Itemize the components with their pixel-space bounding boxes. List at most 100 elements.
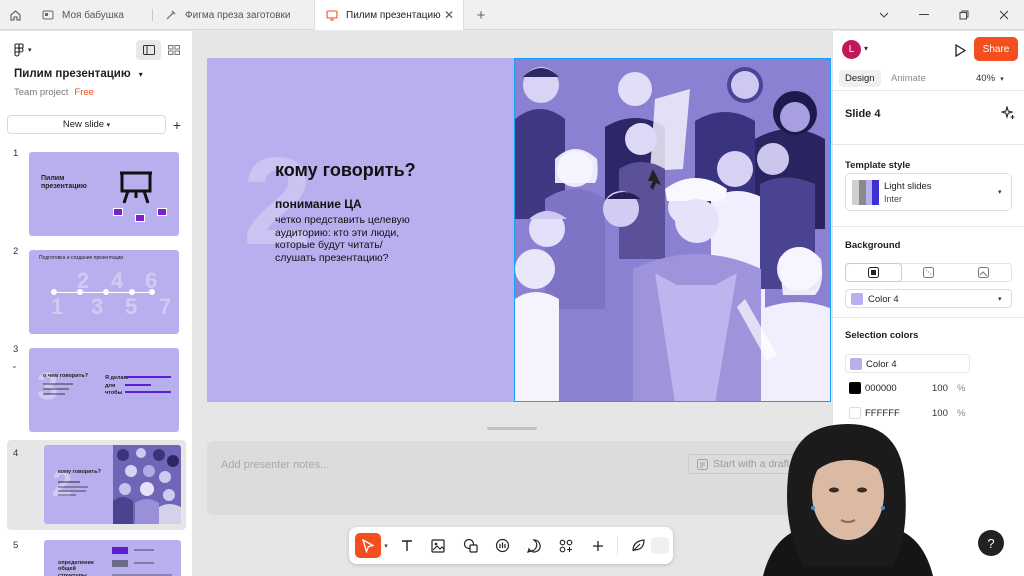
slide-number: 4 — [13, 448, 19, 459]
tab-design[interactable]: Design — [839, 70, 881, 87]
slide-name: Slide 4 — [845, 108, 881, 120]
tab-animate[interactable]: Animate — [885, 70, 932, 87]
slide-thumbnail-5[interactable]: 5 определение общей структуры — [7, 538, 186, 576]
image-fill-icon[interactable] — [956, 264, 1011, 281]
window-title-bar: Моя бабушка Фигма преза заготовки Пилим … — [0, 0, 1024, 30]
background-type-toggle[interactable] — [845, 263, 1012, 282]
current-slide[interactable]: 2 кому говорить? понимание ЦА четко пред… — [207, 58, 831, 402]
new-tab-icon[interactable]: + — [470, 0, 492, 30]
minimize-icon[interactable] — [904, 0, 944, 30]
notes-resize-handle[interactable] — [487, 427, 537, 430]
gradient-fill-icon[interactable] — [901, 264, 956, 281]
share-button[interactable]: Share — [974, 37, 1018, 61]
solid-fill-icon[interactable] — [846, 264, 901, 281]
add-slide-icon[interactable]: + — [168, 115, 186, 134]
widgets-icon — [559, 539, 573, 552]
dev-mode-toggle[interactable] — [625, 533, 651, 558]
selection-color-row[interactable]: Color 4 — [845, 354, 970, 373]
stamp-tool[interactable] — [489, 533, 515, 558]
image-tool[interactable] — [425, 533, 451, 558]
slide-thumbnails: 1 Пилим презентацию 2 Подготовка и созда… — [0, 143, 192, 576]
color-hex[interactable]: 000000 — [865, 383, 897, 394]
selection-color-row[interactable]: 000000 100 % — [845, 379, 975, 398]
present-button[interactable] — [950, 40, 970, 60]
slide-thumbnail-3[interactable]: 3 ⌄ 3 о чем говорить? Я делаю для чтобы — [7, 342, 186, 432]
color-swatch — [849, 382, 861, 394]
chevron-down-icon: ▾ — [998, 296, 1002, 303]
board-icon — [42, 10, 54, 20]
template-style-dropdown[interactable]: Light slides Inter ▾ — [845, 173, 1012, 211]
comment-icon — [527, 538, 541, 553]
slide-body-text[interactable]: четко представить целевую аудиторию: кто… — [275, 214, 415, 264]
presenter-video — [763, 424, 933, 576]
tab-moya-babushka[interactable]: Моя бабушка — [31, 0, 151, 30]
slide-subtitle[interactable]: понимание ЦА — [275, 197, 362, 211]
shapes-tool[interactable] — [457, 533, 483, 558]
slide-thumbnail-1[interactable]: 1 Пилим презентацию — [7, 146, 186, 236]
figma-logo-icon — [14, 43, 24, 57]
text-tool[interactable] — [394, 533, 420, 558]
chevron-down-icon: ▾ — [998, 189, 1002, 196]
main-menu-button[interactable]: ▾ — [14, 43, 32, 57]
thumb-title: определение общей структуры — [58, 560, 94, 576]
help-button[interactable]: ? — [978, 530, 1004, 556]
grid-view-icon[interactable] — [161, 40, 186, 60]
image-icon — [431, 538, 445, 553]
move-tool[interactable] — [355, 533, 381, 558]
thumb-title: о чем говорить? — [43, 373, 89, 379]
slide-thumbnail-4[interactable]: 4 2 кому говорить? — [7, 440, 186, 530]
crowd-photo[interactable] — [514, 58, 831, 402]
avatar[interactable]: L — [842, 40, 861, 59]
chevron-down-icon: ▾ — [384, 542, 388, 550]
single-view-icon[interactable] — [136, 40, 161, 60]
new-slide-button[interactable]: New slide ▾ — [7, 115, 166, 134]
tab-pilim-prezentatsiyu[interactable]: Пилим презентацию ✕ — [314, 0, 464, 30]
color-swatch — [850, 358, 862, 370]
color-opacity[interactable]: 100 — [932, 383, 948, 394]
add-tool[interactable] — [585, 533, 611, 558]
chevron-down-icon[interactable]: ⌄ — [11, 361, 18, 370]
home-tab[interactable] — [0, 0, 30, 30]
view-toggle[interactable] — [136, 40, 186, 60]
panel-tabs: Design Animate 40% ▾ — [833, 67, 1024, 91]
thumb-text: чтобы — [105, 390, 123, 396]
chevron-down-icon[interactable]: ▾ — [864, 44, 868, 53]
chevron-down-icon: ▾ — [138, 70, 143, 79]
slide-thumbnail-2[interactable]: 2 Подготовка и создание презентации 1 2 … — [7, 244, 186, 334]
thumb-title: Пилим презентацию — [41, 175, 87, 191]
slide-number: 5 — [13, 540, 19, 551]
sparkle-icon[interactable] — [1001, 106, 1015, 120]
crowd-photo-thumbnail — [113, 445, 181, 524]
comment-tool[interactable] — [521, 533, 547, 558]
left-panel: ▾ Пилим презентацию ▾ Team project Free Ne… — [0, 31, 193, 576]
color-name: Color 4 — [868, 294, 899, 305]
chevron-down-icon[interactable] — [864, 0, 904, 30]
widgets-tool[interactable] — [553, 533, 579, 558]
percent-unit: % — [957, 383, 966, 394]
move-tool-options[interactable]: ▾ — [380, 533, 392, 558]
section-title: Selection colors — [845, 330, 919, 341]
crowd-photo-illustration — [515, 59, 830, 401]
slide-title[interactable]: кому говорить? — [275, 160, 416, 181]
background-color-dropdown[interactable]: Color 4 ▾ — [845, 289, 1012, 308]
toggle-track[interactable] — [651, 537, 669, 554]
bottom-toolbar: ▾ — [349, 527, 673, 564]
shapes-icon — [463, 538, 478, 553]
draft-icon — [697, 458, 708, 470]
zoom-level[interactable]: 40% ▾ — [976, 73, 1004, 84]
presenter-notes[interactable]: Add presenter notes... Start with a draf… — [207, 441, 818, 515]
tab-label: Моя бабушка — [62, 9, 124, 21]
home-icon — [9, 9, 21, 21]
close-window-icon[interactable] — [984, 0, 1024, 30]
plan-badge[interactable]: Free — [74, 87, 94, 98]
close-tab-icon[interactable]: ✕ — [444, 8, 454, 22]
restore-icon[interactable] — [944, 0, 984, 30]
color-swatch — [851, 293, 863, 305]
text-icon — [402, 539, 412, 551]
slide-number: 2 — [13, 246, 19, 257]
project-title[interactable]: Пилим презентацию ▾ — [14, 68, 143, 80]
notes-placeholder: Add presenter notes... — [221, 459, 330, 471]
tab-figma-preza[interactable]: Фигма преза заготовки — [153, 0, 313, 30]
color-name: Color 4 — [866, 359, 897, 370]
leaf-icon — [631, 539, 645, 552]
